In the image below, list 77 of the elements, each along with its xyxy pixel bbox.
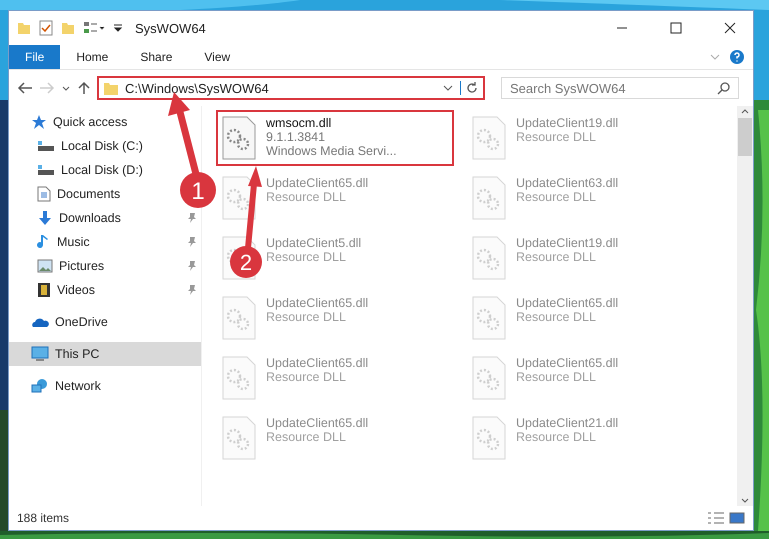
- nav-item[interactable]: Music: [9, 230, 201, 254]
- pin-icon[interactable]: [187, 260, 197, 272]
- pin-icon[interactable]: [187, 284, 197, 296]
- file-detail: 9.1.1.3841: [266, 130, 326, 144]
- file-detail: Resource DLL: [516, 310, 596, 324]
- gear-file-icon: [222, 296, 256, 340]
- gear-file-icon: [222, 116, 256, 160]
- gear-file-icon: [472, 356, 506, 400]
- gear-file-icon: [472, 416, 506, 460]
- network-icon: [31, 378, 49, 394]
- file-detail: Resource DLL: [516, 430, 596, 444]
- view-options-icon[interactable]: [83, 21, 105, 35]
- file-name[interactable]: wmsocm.dll: [266, 116, 332, 130]
- scrollbar[interactable]: [737, 106, 753, 506]
- pin-icon[interactable]: [187, 236, 197, 248]
- nav-item[interactable]: Local Disk (C:): [9, 134, 147, 158]
- nav-item[interactable]: Videos: [9, 278, 201, 302]
- nav-item[interactable]: Documents: [9, 182, 124, 206]
- file-detail: Resource DLL: [266, 250, 346, 264]
- gear-file-icon: [472, 236, 506, 280]
- thumbnail-view-icon[interactable]: [729, 511, 745, 525]
- step-number: 1: [191, 178, 205, 205]
- gear-file-icon: [222, 416, 256, 460]
- document-icon: [37, 186, 51, 202]
- file-detail: Resource DLL: [516, 250, 596, 264]
- file-detail: Resource DLL: [516, 190, 596, 204]
- window-title: SysWOW64: [135, 20, 207, 36]
- scroll-thumb[interactable]: [738, 118, 752, 156]
- file-detail: Resource DLL: [266, 190, 346, 204]
- gear-file-icon: [472, 296, 506, 340]
- search-field[interactable]: Search SysWOW64: [501, 77, 739, 99]
- item-count: 188 items: [17, 511, 70, 525]
- properties-icon[interactable]: [39, 20, 53, 36]
- music-note-icon: [37, 234, 51, 250]
- nav-item[interactable]: Downloads: [9, 206, 201, 230]
- gear-file-icon: [222, 356, 256, 400]
- gear-file-icon: [472, 116, 506, 160]
- cloud-icon: [31, 316, 49, 328]
- drive-icon: [37, 139, 55, 153]
- step-marker: [230, 246, 262, 278]
- back-icon[interactable]: [17, 81, 33, 95]
- caret-icon[interactable]: [113, 23, 123, 33]
- file-detail: Resource DLL: [266, 430, 346, 444]
- folder-icon: [103, 80, 119, 96]
- nav-item[interactable]: This PC: [9, 342, 201, 366]
- file-detail: Resource DLL: [516, 370, 596, 384]
- nav-item[interactable]: Network: [9, 374, 105, 398]
- down-arrow-icon: [37, 210, 53, 226]
- picture-icon: [37, 259, 53, 273]
- star-icon: [31, 114, 47, 130]
- file-detail: Resource DLL: [266, 370, 346, 384]
- step-number: 2: [240, 250, 252, 275]
- monitor-icon: [31, 346, 49, 362]
- file-detail: Resource DLL: [266, 310, 346, 324]
- close-icon[interactable]: [724, 22, 736, 34]
- refresh-icon[interactable]: [460, 81, 479, 95]
- up-arrow-icon[interactable]: [77, 81, 91, 95]
- file-detail: Resource DLL: [516, 130, 596, 144]
- nav-item[interactable]: Local Disk (D:): [9, 158, 147, 182]
- address-bar[interactable]: C:\Windows\SysWOW64: [97, 76, 485, 100]
- drive-icon: [37, 163, 55, 177]
- details-view-icon[interactable]: [707, 511, 725, 525]
- gear-file-icon: [222, 176, 256, 220]
- maximize-icon[interactable]: [670, 22, 682, 34]
- nav-item[interactable]: Pictures: [9, 254, 201, 278]
- gear-file-icon: [472, 176, 506, 220]
- ribbon-tab[interactable]: Share: [124, 45, 188, 69]
- nav-item[interactable]: Quick access: [9, 110, 132, 134]
- step-marker: [180, 172, 216, 208]
- ribbon-tab[interactable]: Home: [60, 45, 124, 69]
- film-icon: [37, 282, 51, 298]
- ribbon-tab[interactable]: File: [9, 45, 60, 69]
- pin-icon[interactable]: [187, 212, 197, 224]
- ribbon-tab[interactable]: View: [188, 45, 246, 69]
- address-path: C:\Windows\SysWOW64: [125, 80, 270, 96]
- nav-item[interactable]: OneDrive: [9, 310, 112, 334]
- file-description: Windows Media Servi...: [266, 144, 397, 158]
